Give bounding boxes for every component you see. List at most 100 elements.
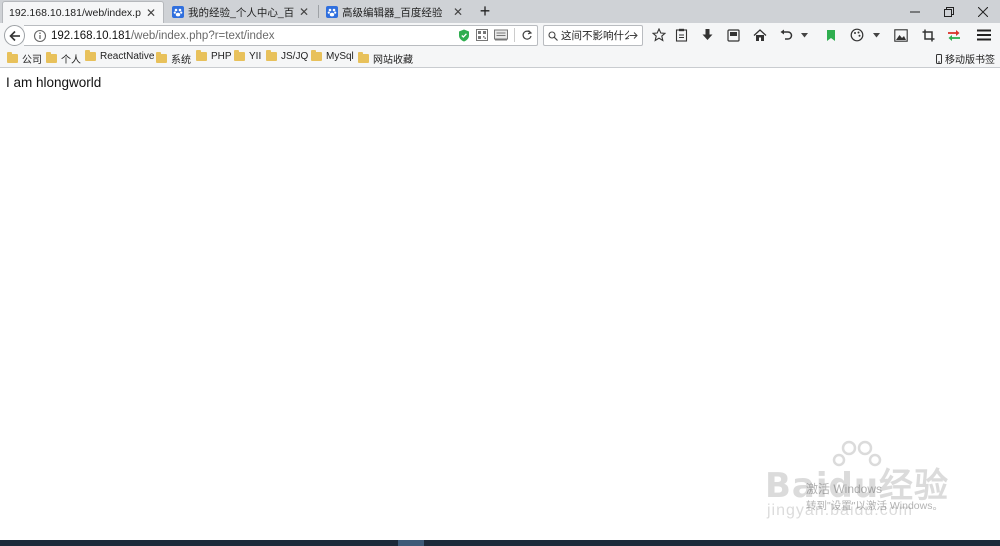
baidu-paw-icon xyxy=(172,6,184,18)
bookmark-label: YII xyxy=(249,51,262,62)
back-button[interactable] xyxy=(4,25,25,46)
sync-button[interactable] xyxy=(946,27,962,43)
mobile-bookmarks[interactable]: 移动版书签 xyxy=(936,51,995,66)
green-bookmark-icon xyxy=(827,29,835,41)
search-bar[interactable]: 这间不影响什么 xyxy=(543,25,643,46)
tab-my-experience[interactable]: 我的经验_个人中心_百度经验 ✕ xyxy=(166,1,316,23)
bookmark-label: MySql xyxy=(326,51,354,62)
page-body-text: I am hlongworld xyxy=(6,75,102,90)
tab-advanced-editor[interactable]: 高级编辑器_百度经验 ✕ xyxy=(320,1,470,23)
tab-title: 我的经验_个人中心_百度经验 xyxy=(188,6,294,19)
window-close-button[interactable] xyxy=(966,0,1000,23)
bookmark-label: 网站收藏 xyxy=(373,55,413,66)
folder-icon xyxy=(266,50,277,61)
tab-title: 192.168.10.181/web/index.php xyxy=(9,6,141,19)
bookmark-folder-php[interactable]: PHP xyxy=(196,50,232,62)
new-tab-button[interactable]: + xyxy=(475,2,495,22)
download-arrow-icon xyxy=(702,29,712,40)
bookmark-folder-jsjq[interactable]: JS/JQ xyxy=(266,50,309,62)
bookmark-label: PHP xyxy=(211,51,232,62)
close-icon[interactable]: ✕ xyxy=(452,6,464,18)
folder-icon xyxy=(196,50,207,61)
arrow-left-icon xyxy=(8,30,20,41)
folder-icon xyxy=(234,50,245,61)
url-host: 192.168.10.181 xyxy=(51,29,131,42)
close-icon[interactable]: ✕ xyxy=(145,7,157,19)
undo-icon xyxy=(780,29,793,40)
undo-close-tab-button[interactable] xyxy=(778,27,794,43)
bookmark-star-button[interactable] xyxy=(651,27,667,43)
crop-icon xyxy=(922,29,934,41)
bookmark-label: 系统 xyxy=(171,55,191,66)
folder-icon xyxy=(7,52,18,63)
activation-title: 激活 Windows xyxy=(806,482,883,496)
nav-toolbar: 192.168.10.181/web/index.php?r=text/inde… xyxy=(0,23,1000,48)
folder-icon xyxy=(358,52,369,63)
undo-dropdown[interactable] xyxy=(799,27,809,43)
bookmark-folder-yii[interactable]: YII xyxy=(234,50,262,62)
hamburger-menu-icon xyxy=(977,29,991,41)
screenshot-button[interactable] xyxy=(893,27,909,43)
minimize-icon xyxy=(910,11,920,12)
minimize-button[interactable] xyxy=(898,0,932,23)
bookmark-folder-mysql[interactable]: MySql xyxy=(311,50,354,62)
home-button[interactable] xyxy=(752,27,768,43)
url-divider xyxy=(514,28,515,42)
folder-icon xyxy=(156,52,167,63)
url-bar[interactable]: 192.168.10.181/web/index.php?r=text/inde… xyxy=(24,25,538,46)
menu-button[interactable] xyxy=(976,27,992,43)
search-icon xyxy=(548,30,558,41)
folder-icon xyxy=(46,52,57,63)
home-icon xyxy=(753,28,767,41)
reload-icon[interactable] xyxy=(521,29,533,41)
bookmark-folder-system[interactable]: 系统 xyxy=(156,51,191,66)
qr-code-icon[interactable] xyxy=(476,29,488,41)
bookmark-folder-personal[interactable]: 个人 xyxy=(46,51,81,66)
image-icon xyxy=(894,28,908,42)
info-icon[interactable] xyxy=(33,29,47,43)
close-icon xyxy=(978,6,988,17)
reader-mode-icon[interactable] xyxy=(494,29,508,41)
arrow-right-icon[interactable] xyxy=(629,31,638,40)
theme-button[interactable] xyxy=(849,27,865,43)
shield-icon[interactable] xyxy=(458,29,470,42)
restore-icon xyxy=(944,6,954,17)
mobile-phone-icon xyxy=(936,53,942,64)
restore-button[interactable] xyxy=(932,0,966,23)
tab-strip: 192.168.10.181/web/index.php ✕ 我的经验_个人中心… xyxy=(0,0,1000,23)
tab-title: 高级编辑器_百度经验 xyxy=(342,6,443,19)
mobile-bookmarks-label: 移动版书签 xyxy=(945,55,995,66)
baidu-paw-icon xyxy=(326,6,338,18)
url-path: /web/index.php?r=text/index xyxy=(130,29,275,42)
folder-icon xyxy=(311,50,322,61)
taskbar-active-item[interactable] xyxy=(398,540,424,546)
bookmark-label: ReactNative xyxy=(100,51,155,62)
caret-down-icon xyxy=(872,32,880,37)
pocket-button[interactable] xyxy=(725,27,741,43)
star-icon xyxy=(652,28,666,42)
palette-icon xyxy=(850,28,864,42)
caret-down-icon xyxy=(800,32,808,37)
search-text: 这间不影响什么 xyxy=(561,30,629,42)
activation-subtitle: 转到"设置"以激活 Windows。 xyxy=(806,500,943,512)
bookmark-label: 个人 xyxy=(61,55,81,66)
close-icon[interactable]: ✕ xyxy=(298,6,310,18)
bookmark-folder-company[interactable]: 公司 xyxy=(7,51,42,66)
tab-active[interactable]: 192.168.10.181/web/index.php ✕ xyxy=(2,1,164,23)
bookmark-label: 公司 xyxy=(22,55,42,66)
windows-activation-notice: 激活 Windows 转到"设置"以激活 Windows。 xyxy=(806,481,943,515)
downloads-button[interactable] xyxy=(699,27,715,43)
crop-button[interactable] xyxy=(920,27,936,43)
bookmark-label: JS/JQ xyxy=(281,51,309,62)
reading-list-icon xyxy=(726,28,740,42)
url-text[interactable]: 192.168.10.181/web/index.php?r=text/inde… xyxy=(51,30,274,42)
extension-green-button[interactable] xyxy=(823,27,839,43)
bookmark-folder-reactnative[interactable]: ReactNative xyxy=(85,50,155,62)
clipboard-button[interactable] xyxy=(673,27,689,43)
tab-separator xyxy=(318,5,319,18)
bookmarks-bar: 公司 个人 ReactNative 系统 PHP YII JS/JQ MySql… xyxy=(0,48,1000,68)
swap-arrows-icon xyxy=(948,29,960,41)
theme-dropdown[interactable] xyxy=(871,27,881,43)
taskbar xyxy=(0,540,1000,546)
bookmark-folder-websites[interactable]: 网站收藏 xyxy=(358,51,413,66)
